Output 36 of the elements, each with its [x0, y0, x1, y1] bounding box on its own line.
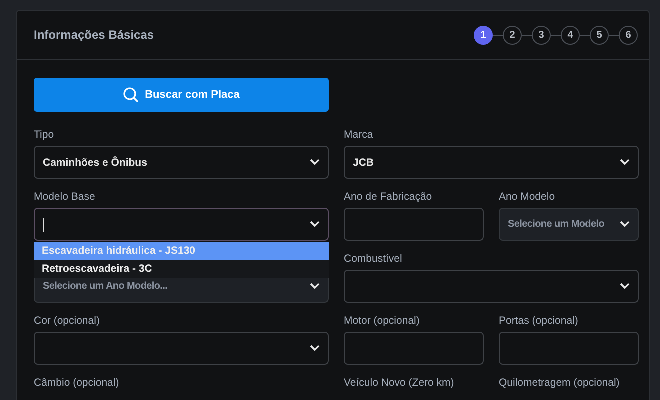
field-label: Motor (opcional) — [344, 315, 421, 328]
chevron-down-icon — [310, 345, 320, 352]
field-label: Ano Modelo — [499, 191, 556, 204]
field-label: Veículo Novo (Zero km) — [344, 377, 456, 390]
step-indicator[interactable]: 1 — [474, 26, 493, 44]
select-field[interactable]: JCB — [344, 146, 639, 179]
step-indicator[interactable]: 3 — [532, 26, 551, 44]
field-label: Tipo — [34, 129, 56, 142]
select-field[interactable] — [34, 208, 329, 241]
field-label: Quilometragem (opcional) — [499, 377, 621, 390]
input-field[interactable] — [344, 208, 484, 241]
chevron-down-icon — [620, 283, 630, 290]
input-field[interactable] — [344, 332, 484, 365]
chevron-down-icon — [310, 221, 320, 228]
chevron-down-icon — [310, 159, 320, 166]
chevron-down-icon — [620, 221, 630, 228]
input-field[interactable] — [499, 332, 639, 365]
select-field[interactable] — [34, 332, 329, 365]
field-label: Portas (opcional) — [499, 315, 580, 328]
select-field[interactable]: Caminhões e Ônibus — [34, 146, 329, 179]
search-icon — [123, 87, 140, 103]
step-indicator[interactable]: 2 — [503, 26, 522, 44]
field-label: Câmbio (opcional) — [34, 377, 120, 390]
step-indicator[interactable]: 5 — [590, 26, 609, 44]
field-label: Marca — [344, 129, 374, 142]
chevron-down-icon — [310, 283, 320, 290]
field-label: Combustível — [344, 253, 404, 266]
field-label: Ano de Fabricação — [344, 191, 434, 204]
select-field[interactable] — [344, 270, 639, 303]
search-plate-button[interactable]: Buscar com Placa — [34, 78, 329, 112]
step-indicator[interactable]: 6 — [619, 26, 638, 44]
field-label: Cor (opcional) — [34, 315, 101, 328]
card-title: Informações Básicas — [34, 28, 154, 42]
chevron-down-icon — [620, 159, 630, 166]
field-label: Modelo Base — [34, 191, 96, 204]
step-indicator[interactable]: 4 — [561, 26, 580, 44]
